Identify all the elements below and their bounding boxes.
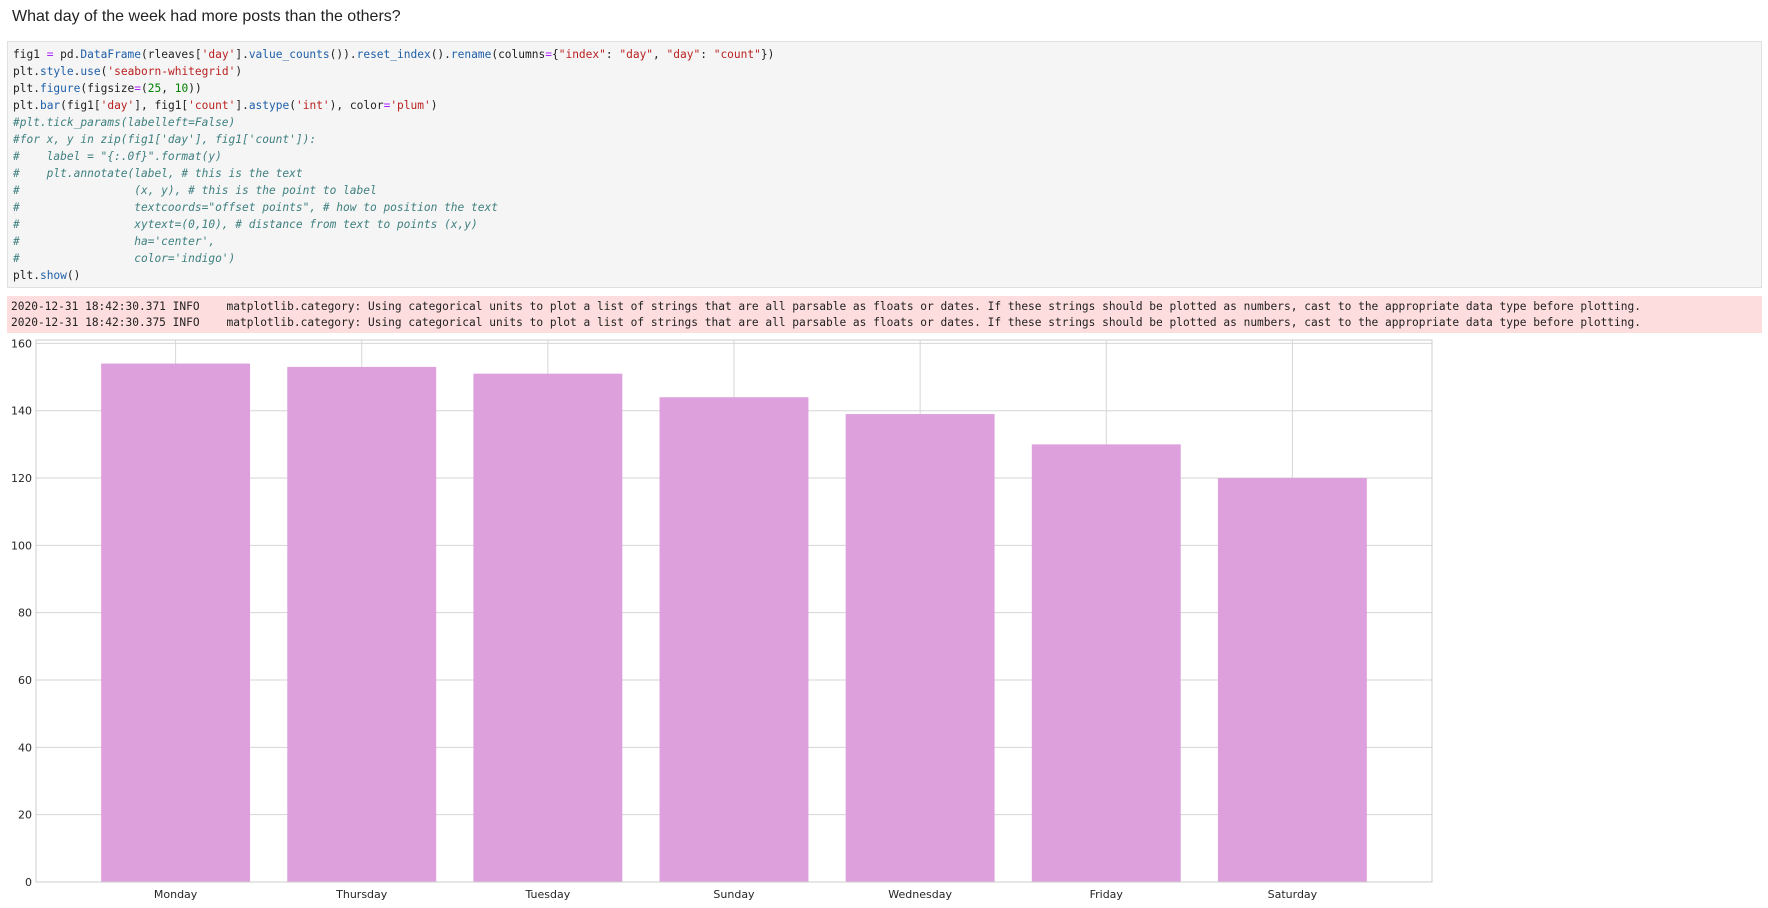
y-tick-label: 140 (11, 405, 32, 418)
code-line: # plt.annotate(label, # this is the text (13, 167, 303, 180)
code-line: # ha='center', (13, 235, 216, 248)
y-tick-label: 80 (18, 607, 32, 620)
stderr-line: 2020-12-31 18:42:30.375 INFO matplotlib.… (11, 316, 1641, 329)
bar-monday (101, 363, 251, 883)
bar-thursday (287, 366, 437, 883)
bar-tuesday (473, 373, 623, 882)
code-line: # xytext=(0,10), # distance from text to… (13, 218, 478, 231)
stderr-line: 2020-12-31 18:42:30.371 INFO matplotlib.… (11, 300, 1641, 313)
code-line: # textcoords="offset points", # how to p… (13, 201, 498, 214)
y-tick-label: 20 (18, 809, 32, 822)
x-tick-label: Thursday (335, 888, 388, 901)
bar-chart: 0 20 40 60 80 100 120 140 160 Monday Thursday Tuesd… (11, 337, 1433, 901)
code-line: # label = "{:.0f}".format(y) (13, 150, 222, 163)
stderr-output: 2020-12-31 18:42:30.371 INFO matplotlib.… (7, 296, 1762, 333)
y-tick-label: 100 (11, 539, 32, 552)
y-tick-label: 40 (18, 741, 32, 754)
x-tick-label: Tuesday (524, 888, 570, 901)
code-editor[interactable]: fig1 = pd.DataFrame(rleaves['day'].value… (8, 42, 1761, 284)
code-line: plt.style.use('seaborn-whitegrid') (13, 65, 243, 78)
markdown-heading: What day of the week had more posts than… (12, 8, 401, 25)
code-cell[interactable]: fig1 = pd.DataFrame(rleaves['day'].value… (7, 41, 1762, 288)
x-tick-label: Sunday (713, 888, 755, 901)
bar-wednesday (845, 414, 995, 882)
x-tick-label: Wednesday (888, 888, 952, 901)
code-line: # color='indigo') (13, 252, 236, 265)
code-line: plt.bar(fig1['day'], fig1['count'].astyp… (13, 99, 438, 112)
y-tick-label: 120 (11, 472, 32, 485)
y-tick-label: 160 (11, 337, 32, 350)
code-line: plt.show() (13, 269, 81, 282)
x-tick-label: Friday (1090, 888, 1124, 901)
bar-friday (1031, 444, 1181, 882)
y-tick-label: 60 (18, 674, 32, 687)
x-tick-label: Monday (154, 888, 198, 901)
chart-output: 0 20 40 60 80 100 120 140 160 Monday Thursday Tuesd… (0, 334, 1768, 904)
bar-saturday (1217, 478, 1367, 882)
bar-sunday (659, 397, 809, 882)
x-tick-label: Saturday (1268, 888, 1318, 901)
code-line: fig1 = pd.DataFrame(rleaves['day'].value… (13, 48, 775, 61)
code-line: #plt.tick_params(labelleft=False) (13, 116, 236, 129)
code-line: # (x, y), # this is the point to label (13, 184, 377, 197)
code-line: #for x, y in zip(fig1['day'], fig1['coun… (13, 133, 317, 146)
y-tick-label: 0 (25, 876, 32, 889)
code-line: plt.figure(figsize=(25, 10)) (13, 82, 202, 95)
